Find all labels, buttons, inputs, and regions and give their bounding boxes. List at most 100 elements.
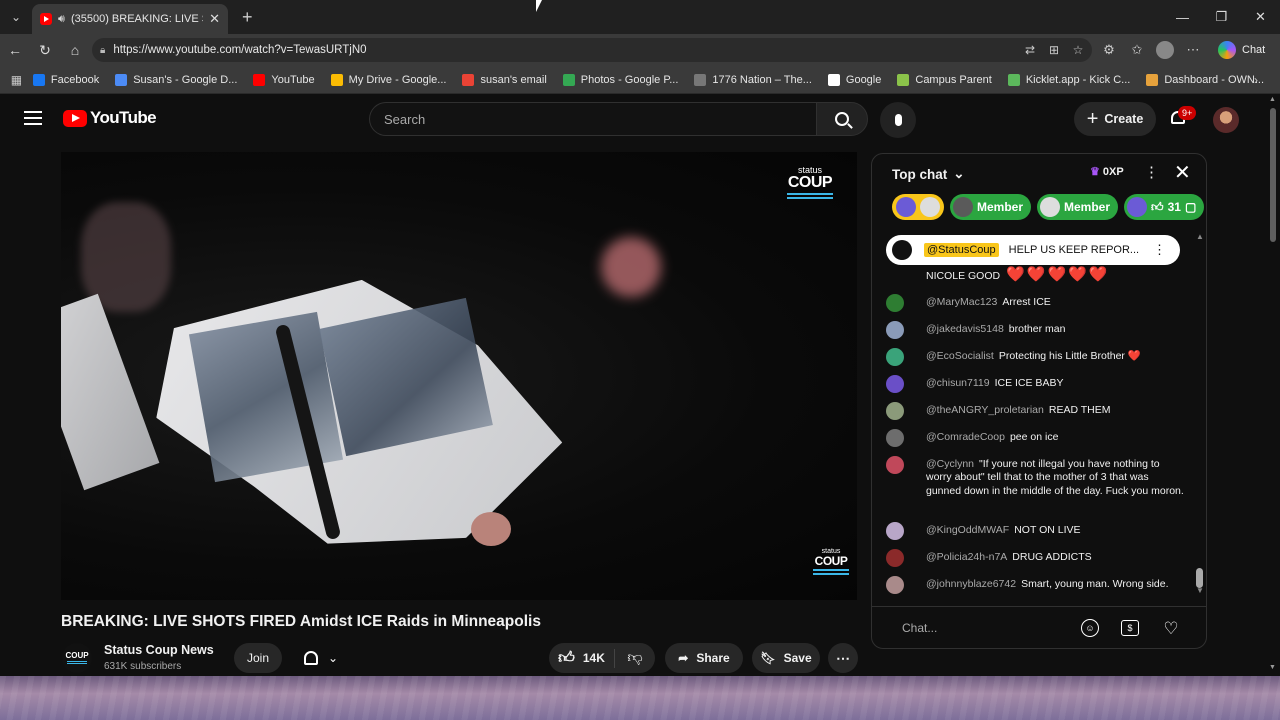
page-scrollbar[interactable]: ▲ ▼ bbox=[1266, 94, 1280, 676]
bookmark-item[interactable]: 1776 Nation – The... bbox=[694, 73, 812, 86]
chat-message[interactable]: @ComradeCoop pee on ice bbox=[886, 429, 1186, 447]
chat-message[interactable]: @EcoSocialist Protecting his Little Broth… bbox=[886, 348, 1186, 366]
chat-scroll-up-icon[interactable]: ▲ bbox=[1196, 232, 1204, 241]
close-chat-icon[interactable]: ✕ bbox=[1174, 160, 1191, 185]
chat-author-avatar[interactable] bbox=[886, 294, 904, 312]
chat-author-name[interactable]: @Cyclynn bbox=[926, 458, 974, 470]
url-field[interactable]: 🔒︎ https://www.youtube.com/watch?v=Tewas… bbox=[92, 38, 1092, 62]
back-icon[interactable]: ← bbox=[0, 34, 30, 66]
speaker-icon[interactable]: 🔊︎ bbox=[58, 13, 65, 26]
join-button[interactable]: Join bbox=[234, 643, 282, 673]
save-button[interactable]: 🔖︎ Save bbox=[752, 643, 820, 673]
chat-author-avatar[interactable] bbox=[886, 429, 904, 447]
ticker-chip-3[interactable]: 👍︎ 31 ▢ bbox=[1124, 194, 1205, 220]
user-avatar[interactable] bbox=[1213, 107, 1239, 133]
page-scrollbar-thumb[interactable] bbox=[1270, 108, 1276, 242]
refresh-icon[interactable]: ↻ bbox=[30, 34, 60, 66]
chat-message[interactable]: @Policia24h-n7A DRUG ADDICTS bbox=[886, 549, 1186, 567]
apps-icon[interactable]: ⊞ bbox=[1046, 42, 1062, 58]
extensions-icon[interactable]: ⚙ bbox=[1100, 41, 1118, 59]
close-tab-icon[interactable]: ✕ bbox=[209, 11, 220, 27]
share-button[interactable]: ➦ Share bbox=[665, 643, 743, 673]
chat-author-name[interactable]: @MaryMac123 bbox=[926, 296, 997, 308]
favorites-icon[interactable]: ✩ bbox=[1128, 41, 1146, 59]
close-window-icon[interactable]: ✕ bbox=[1241, 0, 1280, 34]
pinned-more-icon[interactable]: ⋮ bbox=[1153, 242, 1166, 258]
page-scroll-down-icon[interactable]: ▼ bbox=[1269, 664, 1276, 671]
chat-author-name[interactable]: @ComradeCoop bbox=[926, 431, 1005, 443]
bookmark-item[interactable]: Kicklet.app - Kick C... bbox=[1007, 73, 1130, 86]
chat-author-avatar[interactable] bbox=[886, 321, 904, 339]
chat-message[interactable]: @MaryMac123 Arrest ICE bbox=[886, 294, 1186, 312]
chat-author-name[interactable]: @chisun7119 bbox=[926, 377, 990, 389]
ticker-chip-member-1[interactable]: Member bbox=[950, 194, 1032, 220]
chat-message[interactable]: @Cyclynn "If youre not illegal you have n… bbox=[886, 456, 1186, 498]
chat-author-avatar[interactable] bbox=[886, 375, 904, 393]
chat-message[interactable]: @chisun7119 ICE ICE BABY bbox=[886, 375, 1186, 393]
menu-icon[interactable] bbox=[24, 111, 42, 125]
more-menu-icon[interactable]: ⋯ bbox=[1184, 41, 1202, 59]
super-chat-icon[interactable]: $ bbox=[1121, 620, 1139, 636]
channel-name[interactable]: Status Coup News bbox=[104, 643, 214, 657]
home-icon[interactable]: ⌂ bbox=[60, 34, 90, 66]
chat-input[interactable]: Chat... bbox=[902, 621, 937, 635]
copilot-chat-button[interactable]: Chat bbox=[1218, 38, 1265, 62]
browser-tab-active[interactable]: 🔊︎ (35500) BREAKING: LIVE SHOT ✕ bbox=[32, 4, 228, 34]
chat-author-avatar[interactable] bbox=[886, 549, 904, 567]
chat-author-name[interactable]: @Policia24h-n7A bbox=[926, 551, 1007, 563]
chat-author-name[interactable]: @EcoSocialist bbox=[926, 350, 994, 362]
minimize-icon[interactable]: — bbox=[1163, 0, 1202, 34]
bookmark-item[interactable]: Photos - Google P... bbox=[562, 73, 678, 86]
chat-message[interactable]: @johnnyblaze6742 Smart, young man. Wrong … bbox=[886, 576, 1186, 594]
bookmark-item[interactable]: Google bbox=[827, 73, 881, 86]
chat-author-name[interactable]: @theANGRY_proletarian bbox=[926, 404, 1044, 416]
channel-avatar[interactable]: COUP bbox=[62, 643, 92, 673]
search-input[interactable]: Search bbox=[369, 102, 816, 136]
dislike-button[interactable]: 👎︎ bbox=[615, 649, 655, 667]
emoji-icon[interactable]: ☺ bbox=[1081, 619, 1099, 637]
xp-counter[interactable]: ♛ 0XP bbox=[1090, 165, 1124, 179]
pinned-message[interactable]: @StatusCoup HELP US KEEP REPOR... ⋮ bbox=[886, 235, 1180, 265]
chat-more-icon[interactable]: ⋮ bbox=[1144, 163, 1159, 181]
chat-scrollbar-thumb[interactable] bbox=[1196, 568, 1203, 588]
chat-message[interactable]: @jakedavis5148 brother man bbox=[886, 321, 1186, 339]
heart-icon[interactable]: ♡ bbox=[1161, 619, 1181, 639]
favorite-star-icon[interactable]: ☆ bbox=[1070, 42, 1086, 58]
ticker-chip-member-2[interactable]: Member bbox=[1037, 194, 1119, 220]
more-actions-button[interactable]: ⋯ bbox=[828, 643, 858, 673]
chat-author-avatar[interactable] bbox=[886, 348, 904, 366]
bookmark-item[interactable]: My Drive - Google... bbox=[330, 73, 446, 86]
profile-avatar[interactable] bbox=[1156, 41, 1174, 59]
site-info-icon[interactable]: 🔒︎ bbox=[100, 45, 105, 56]
bookmark-item[interactable]: Dashboard - OWN... bbox=[1146, 73, 1264, 86]
translate-icon[interactable]: ⇄ bbox=[1022, 42, 1038, 58]
chat-author-avatar[interactable] bbox=[886, 456, 904, 474]
chat-author-name[interactable]: @johnnyblaze6742 bbox=[926, 578, 1016, 590]
voice-search-icon[interactable] bbox=[880, 102, 916, 138]
ticker-chip-1[interactable] bbox=[892, 194, 944, 220]
chat-message[interactable]: @KingOddMWAF NOT ON LIVE bbox=[886, 522, 1186, 540]
search-button[interactable] bbox=[816, 102, 868, 136]
apps-grid-icon[interactable]: ▦ bbox=[0, 73, 33, 87]
chat-mode-dropdown[interactable]: Top chat ⌄ bbox=[892, 166, 965, 182]
new-tab-button[interactable]: + bbox=[242, 7, 253, 28]
bookmark-item[interactable]: Facebook bbox=[32, 73, 99, 86]
bookmark-item[interactable]: YouTube bbox=[253, 73, 315, 86]
create-button[interactable]: + Create bbox=[1074, 102, 1156, 136]
maximize-icon[interactable]: ❐ bbox=[1202, 0, 1241, 34]
chat-author-name[interactable]: @jakedavis5148 bbox=[926, 323, 1004, 335]
chat-scroll-down-icon[interactable]: ▼ bbox=[1196, 586, 1204, 595]
bookmark-item[interactable]: Campus Parent bbox=[897, 73, 992, 86]
subscription-notifications-button[interactable]: ⌄ bbox=[292, 643, 350, 673]
chat-author-avatar[interactable] bbox=[886, 402, 904, 420]
youtube-logo[interactable]: YouTube bbox=[63, 108, 157, 128]
tab-actions-menu-icon[interactable]: ⌄ bbox=[0, 0, 32, 34]
chat-author-name[interactable]: @KingOddMWAF bbox=[926, 524, 1009, 536]
bookmark-item[interactable]: susan's email bbox=[462, 73, 547, 86]
video-player[interactable]: status COUP status COUP bbox=[61, 152, 857, 600]
bookmark-item[interactable]: Susan's - Google D... bbox=[115, 73, 237, 86]
chat-message[interactable]: @theANGRY_proletarian READ THEM bbox=[886, 402, 1186, 420]
chat-author-avatar[interactable] bbox=[886, 576, 904, 594]
like-button[interactable]: 👍︎ 14K bbox=[549, 648, 615, 668]
page-scroll-up-icon[interactable]: ▲ bbox=[1269, 96, 1276, 103]
